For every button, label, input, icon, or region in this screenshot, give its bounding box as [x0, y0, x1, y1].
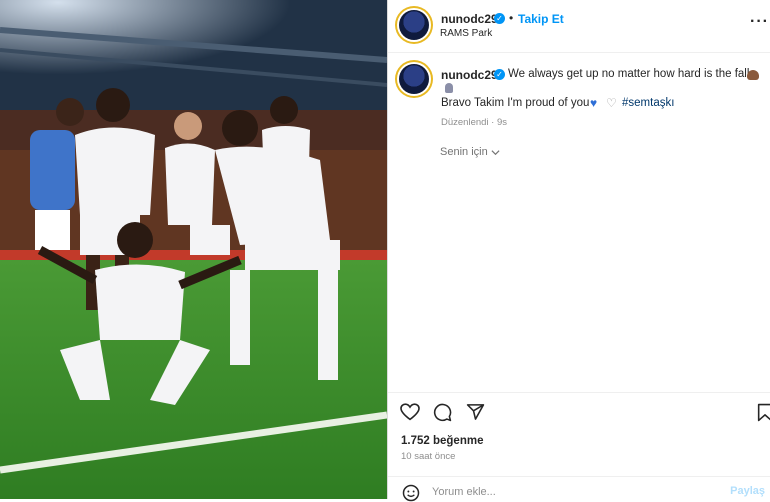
separator-dot: •: [509, 11, 514, 25]
author-username[interactable]: nunodc29: [441, 12, 498, 26]
comment-input[interactable]: [432, 484, 692, 500]
bookmark-icon[interactable]: [757, 403, 770, 422]
verified-badge-icon: ✓: [494, 13, 505, 24]
like-count[interactable]: 1.752 beğenme: [401, 435, 483, 447]
comment-bar: Paylaş: [388, 476, 770, 502]
more-icon[interactable]: ···: [750, 13, 769, 31]
post-header: nunodc29 ✓ • Takip Et RAMS Park ···: [388, 0, 770, 53]
post-photo[interactable]: [0, 0, 387, 499]
translate-toggle[interactable]: Senin için: [440, 146, 500, 158]
post-side-panel: nunodc29 ✓ • Takip Et RAMS Park ··· nuno…: [387, 0, 770, 502]
caption-author-avatar[interactable]: [399, 64, 429, 94]
send-icon[interactable]: [466, 403, 485, 421]
follow-button[interactable]: Takip Et: [518, 12, 564, 26]
caption-verified-badge-icon: ✓: [494, 69, 505, 80]
blue-heart-emoji-icon: ♥: [590, 96, 598, 110]
comment-icon[interactable]: [433, 403, 452, 422]
post-actions: [388, 392, 770, 433]
praying-hands-emoji-icon: [445, 83, 453, 93]
chevron-down-icon: [491, 149, 500, 155]
flexed-biceps-emoji-icon: [747, 70, 759, 80]
heart-icon[interactable]: [400, 403, 420, 421]
translate-label: Senin için: [440, 146, 488, 158]
emoji-icon[interactable]: [402, 484, 420, 502]
caption-line-1: We always get up no matter how hard is t…: [508, 68, 750, 80]
caption-username[interactable]: nunodc29: [441, 68, 498, 82]
hashtag-link[interactable]: #semtaşkı: [622, 97, 674, 109]
post-location[interactable]: RAMS Park: [440, 28, 492, 39]
author-avatar[interactable]: [399, 10, 429, 40]
caption-line-2: Bravo Takim I'm proud of you: [441, 97, 590, 109]
football-celebration-image: [0, 0, 387, 499]
white-heart-emoji-icon: ♡: [606, 96, 617, 110]
post-comment-button[interactable]: Paylaş: [730, 485, 765, 497]
edited-timestamp: Düzenlendi · 9s: [441, 117, 508, 128]
post-time: 10 saat önce: [401, 451, 456, 462]
